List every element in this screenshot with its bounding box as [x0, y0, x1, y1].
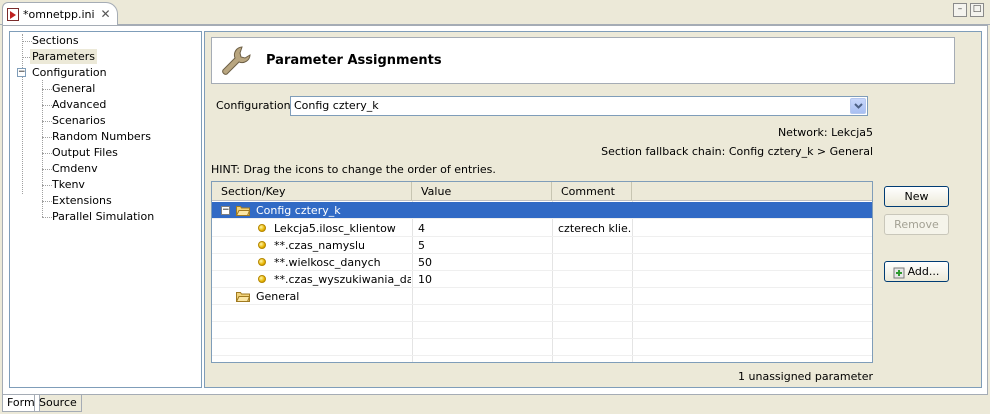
- row-value: [421, 202, 551, 219]
- table-row[interactable]: − Config cztery_k: [212, 202, 872, 219]
- table-row-empty: [212, 305, 872, 322]
- parameter-icon: [258, 275, 266, 283]
- section-tree: − Sections Parameters Configuration Gene…: [9, 31, 202, 388]
- row-comment: [558, 288, 632, 305]
- close-icon[interactable]: ✕: [101, 7, 111, 21]
- tree-item-output-files[interactable]: Output Files: [52, 145, 118, 160]
- configuration-select[interactable]: Config cztery_k: [290, 96, 868, 116]
- table-row-empty: [212, 322, 872, 339]
- editor-page-tabs: Form Source: [0, 395, 990, 414]
- configuration-select-value: Config cztery_k: [294, 99, 379, 112]
- row-comment: [558, 271, 632, 288]
- row-comment: [558, 202, 632, 219]
- editor-tab-omnetpp-ini[interactable]: *omnetpp.ini ✕: [2, 2, 118, 25]
- tree-item-random-numbers[interactable]: Random Numbers: [52, 129, 151, 144]
- network-label: Network: Lekcja5: [777, 126, 873, 139]
- row-comment: czterech klie...: [558, 222, 632, 235]
- new-button[interactable]: New: [884, 186, 949, 207]
- tree-item-parameters[interactable]: Parameters: [30, 49, 97, 64]
- configuration-label: Configuration:: [216, 99, 295, 112]
- column-header-value[interactable]: Value: [412, 182, 552, 201]
- tree-item-advanced[interactable]: Advanced: [52, 97, 106, 112]
- wrench-icon: [222, 46, 251, 75]
- row-key: **.czas_namyslu: [274, 239, 365, 252]
- maximize-icon[interactable]: □: [970, 3, 984, 17]
- row-value: [418, 288, 548, 305]
- add-icon: [893, 267, 905, 279]
- row-comment: [558, 237, 632, 254]
- collapse-icon[interactable]: −: [221, 206, 230, 215]
- unassigned-parameters-label: 1 unassigned parameter: [738, 370, 873, 383]
- table-row[interactable]: **.wielkosc_danych 50: [212, 254, 872, 271]
- row-key: **.wielkosc_danych: [274, 256, 381, 269]
- editor-tab-strip: [0, 0, 990, 25]
- column-header-section-key[interactable]: Section/Key: [212, 182, 412, 201]
- minimize-icon[interactable]: –: [953, 3, 967, 17]
- row-value: 50: [418, 256, 432, 269]
- window-controls: – □: [953, 3, 984, 17]
- remove-button[interactable]: Remove: [884, 214, 949, 235]
- table-row[interactable]: **.czas_wyszukiwania_danych 10: [212, 271, 872, 288]
- row-comment: [558, 254, 632, 271]
- table-row[interactable]: **.czas_namyslu 5: [212, 237, 872, 254]
- tree-item-parallel-simulation[interactable]: Parallel Simulation: [52, 209, 154, 224]
- parameter-icon: [258, 241, 266, 249]
- tree-item-configuration[interactable]: Configuration: [32, 65, 107, 80]
- tree-collapse-icon[interactable]: −: [17, 68, 26, 77]
- row-key: Lekcja5.ilosc_klientow: [274, 222, 396, 235]
- table-row-empty: [212, 339, 872, 356]
- tab-source[interactable]: Source: [34, 395, 82, 412]
- editor-tab-title: *omnetpp.ini: [23, 7, 95, 21]
- folder-icon: [236, 292, 250, 302]
- parameter-table[interactable]: Section/Key Value Comment − Config czter…: [211, 181, 873, 363]
- row-key: **.czas_wyszukiwania_danych: [274, 273, 411, 286]
- fallback-chain-label: Section fallback chain: Config cztery_k …: [601, 145, 873, 158]
- ini-file-icon: [7, 7, 19, 21]
- row-value: 5: [418, 239, 425, 252]
- tree-item-sections[interactable]: Sections: [32, 33, 79, 48]
- column-header-comment[interactable]: Comment: [552, 182, 632, 201]
- add-button[interactable]: Add...: [884, 261, 949, 282]
- add-button-label: Add...: [907, 265, 940, 278]
- folder-icon: [236, 206, 250, 216]
- parameter-icon: [258, 258, 266, 266]
- table-row[interactable]: Lekcja5.ilosc_klientow 4 czterech klie..…: [212, 220, 872, 237]
- tree-item-scenarios[interactable]: Scenarios: [52, 113, 106, 128]
- tree-item-cmdenv[interactable]: Cmdenv: [52, 161, 98, 176]
- page-title: Parameter Assignments: [266, 53, 442, 68]
- parameter-icon: [258, 224, 266, 232]
- chevron-down-icon[interactable]: [850, 98, 866, 114]
- row-value: 4: [418, 222, 425, 235]
- row-value: 10: [418, 273, 432, 286]
- table-header: Section/Key Value Comment: [212, 182, 872, 201]
- tree-item-extensions[interactable]: Extensions: [52, 193, 112, 208]
- table-row[interactable]: General: [212, 288, 872, 305]
- row-key: General: [256, 290, 300, 303]
- row-key: Config cztery_k: [256, 204, 341, 217]
- tree-item-tkenv[interactable]: Tkenv: [52, 177, 85, 192]
- hint-label: HINT: Drag the icons to change the order…: [211, 163, 496, 176]
- tree-item-general[interactable]: General: [52, 81, 95, 96]
